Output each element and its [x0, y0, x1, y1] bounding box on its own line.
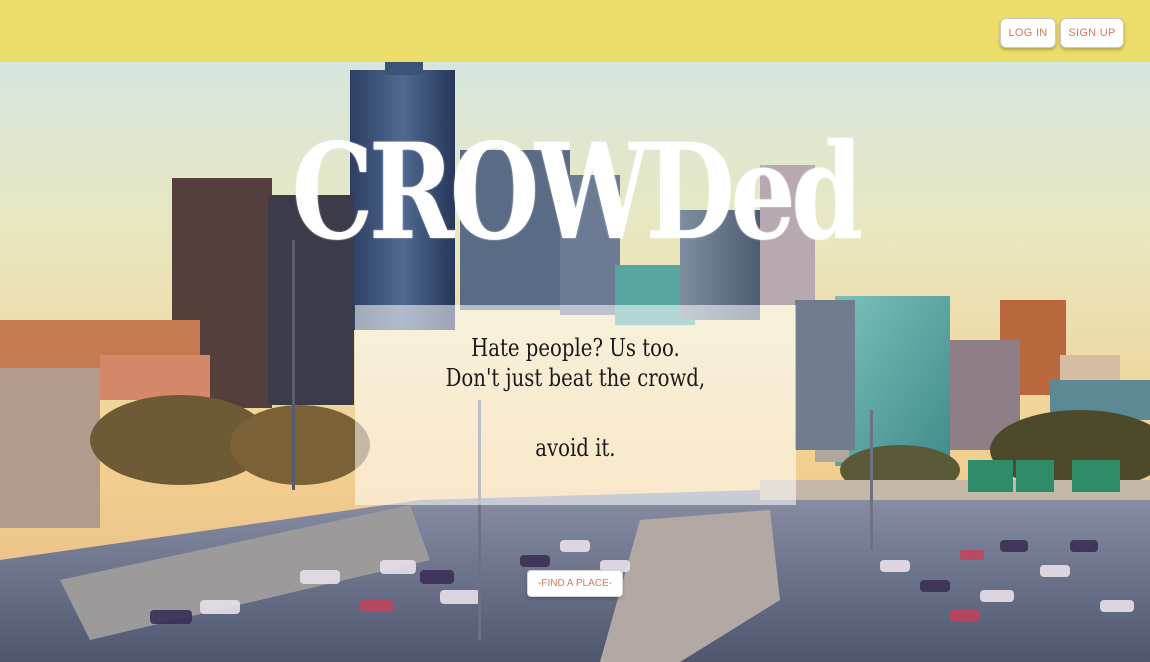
brand-title: CROWDed [291, 115, 864, 270]
tagline-card: Hate people? Us too. Don't just beat the… [355, 305, 796, 505]
top-navigation-bar: LOG IN SIGN UP [0, 0, 1150, 62]
signup-button[interactable]: SIGN UP [1060, 18, 1124, 48]
tagline-line-2: Don't just beat the crowd, [445, 364, 706, 392]
login-button[interactable]: LOG IN [1000, 18, 1056, 48]
find-a-place-button[interactable]: -FIND A PLACE- [527, 570, 623, 597]
auth-actions: LOG IN SIGN UP [1000, 18, 1124, 48]
tagline-line-3: avoid it. [535, 434, 616, 462]
tagline-line-1: Hate people? Us too. [471, 334, 680, 362]
